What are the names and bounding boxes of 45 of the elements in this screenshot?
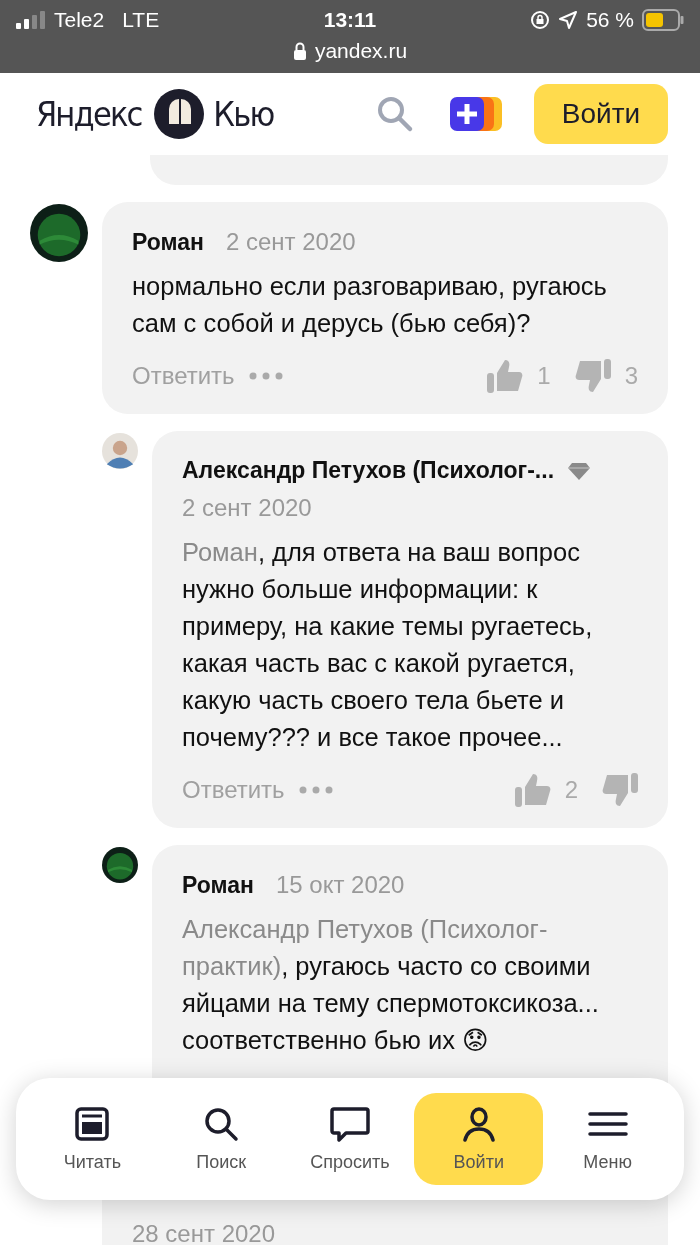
comment-text: Александр Петухов (Психолог-практик), ругаюсь часто со своими яйцами на тему спермотоксикоза... соответственно бью их 😟 <box>182 914 600 1056</box>
more-icon[interactable] <box>248 372 283 380</box>
nav-tab[interactable]: Войти <box>414 1093 544 1185</box>
location-icon <box>558 10 579 30</box>
comment-text: нормально если разговариваю, ругаюсь сам с собой и дерусь (бью себя)? <box>132 271 608 339</box>
avatar-icon <box>102 433 138 469</box>
speech-bubble-icon <box>330 1105 370 1142</box>
user-icon <box>460 1105 497 1142</box>
comment-date: 2 сент 2020 <box>182 494 312 522</box>
comment-date: 28 сент 2020 <box>132 1220 275 1245</box>
nav-tab[interactable]: Спросить <box>285 1093 415 1185</box>
network-type: LTE <box>122 8 160 32</box>
thumbs-down-icon[interactable] <box>574 359 611 393</box>
lock-icon <box>292 42 307 60</box>
logo-icon <box>153 89 204 139</box>
login-button[interactable]: Войти <box>534 84 668 144</box>
search-icon <box>203 1105 240 1142</box>
thumbs-down-icon[interactable] <box>602 773 638 807</box>
logo-text[interactable]: Кью <box>212 94 273 134</box>
author-name[interactable]: Александр Петухов (Психолог-... <box>182 457 555 484</box>
nav-tab[interactable]: Меню <box>543 1093 672 1185</box>
nav-tab[interactable]: Читать <box>28 1093 157 1185</box>
comment-date: 2 сент 2020 <box>225 228 356 256</box>
battery-percent: 56 % <box>586 8 634 32</box>
battery-icon <box>642 9 684 31</box>
dislike-count: 3 <box>624 362 638 390</box>
more-icon[interactable] <box>298 786 333 794</box>
author-name[interactable]: Роман <box>132 229 204 256</box>
url-text[interactable]: yandex.ru <box>314 39 408 63</box>
plus-icon[interactable] <box>450 97 502 131</box>
carrier-name: Tele2 <box>54 8 105 32</box>
comment-text: Роман, для ответа на ваш вопрос нужно больше информации: к примеру, на какие темы ругаетесь, какая часть вас с какой ругается, какую часть своего тела бьете и почему??? и все такое прочее... <box>182 537 594 753</box>
author-name[interactable]: Роман <box>182 872 254 899</box>
clock: 13:11 <box>323 8 377 32</box>
nav-tab[interactable]: Поиск <box>156 1093 286 1185</box>
like-count: 2 <box>564 776 578 804</box>
thumbs-up-icon[interactable] <box>487 359 524 393</box>
logo-text[interactable]: Яндекс <box>35 94 142 134</box>
comment-date: 15 окт 2020 <box>275 871 405 899</box>
search-icon[interactable] <box>376 95 414 133</box>
rotation-lock-icon <box>530 10 551 30</box>
article-icon <box>74 1105 111 1142</box>
thumbs-up-icon[interactable] <box>514 773 551 807</box>
signal-icon <box>16 11 46 29</box>
like-count: 1 <box>537 362 551 390</box>
